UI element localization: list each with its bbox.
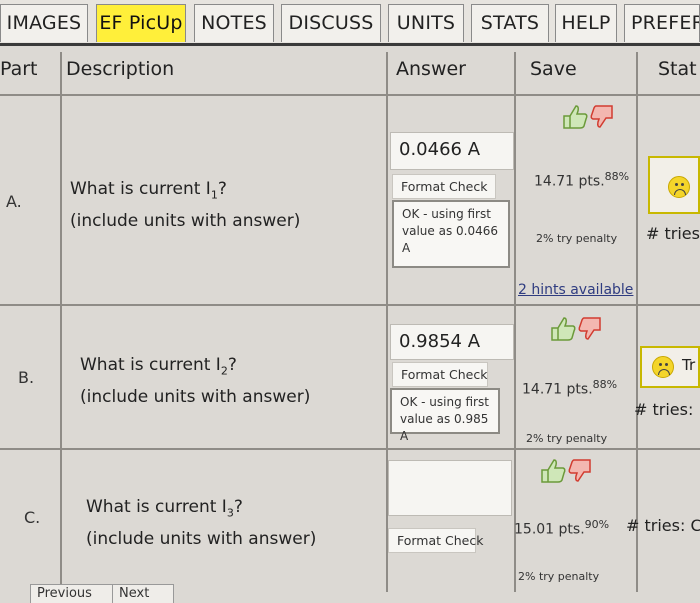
hints-link[interactable]: 2 hints available xyxy=(518,282,633,298)
column-divider xyxy=(60,52,62,592)
frown-icon xyxy=(668,176,690,198)
tab-notes[interactable]: NOTES xyxy=(194,4,274,42)
row-divider xyxy=(0,448,700,450)
next-button[interactable]: Next xyxy=(112,584,174,603)
points-value: 14.71 pts.88% xyxy=(534,170,630,190)
status-indicator: Tr xyxy=(640,346,700,388)
row-divider xyxy=(0,304,700,306)
question-text: What is current I1? (include units with … xyxy=(70,179,301,232)
part-label: A. xyxy=(6,192,22,211)
previous-button[interactable]: Previous xyxy=(30,584,114,603)
row-divider xyxy=(0,94,700,96)
answer-input[interactable]: 0.9854 A xyxy=(390,324,514,360)
part-label: B. xyxy=(18,368,35,387)
tries-count: # tries: C xyxy=(626,516,700,535)
column-divider xyxy=(636,52,638,592)
try-penalty: 2% try penalty xyxy=(518,570,600,583)
vote-thumbs-icon[interactable] xyxy=(560,102,616,130)
question-text: What is current I2? (include units with … xyxy=(80,355,311,408)
try-penalty: 2% try penalty xyxy=(526,432,608,445)
format-check-button[interactable]: Format Check xyxy=(392,362,488,387)
tab-stats[interactable]: STATS xyxy=(471,4,549,42)
tab-ef-picup[interactable]: EF PicUp xyxy=(96,4,186,42)
header-status: Stat xyxy=(658,58,697,80)
header-answer: Answer xyxy=(396,58,466,80)
frown-icon xyxy=(652,356,674,378)
column-divider xyxy=(514,52,516,592)
status-text: Tr xyxy=(682,356,696,374)
format-check-button[interactable]: Format Check xyxy=(392,174,496,199)
points-value: 15.01 pts.90% xyxy=(514,518,610,538)
tries-count: # tries xyxy=(646,224,700,243)
tab-preferences[interactable]: PREFER xyxy=(624,4,700,42)
format-check-button[interactable]: Format Check xyxy=(388,528,483,553)
status-indicator xyxy=(648,156,700,214)
tab-discuss[interactable]: DISCUSS xyxy=(281,4,381,42)
header-save: Save xyxy=(530,58,577,80)
header-description: Description xyxy=(66,58,175,80)
points-value: 14.71 pts.88% xyxy=(522,378,618,398)
answer-feedback: OK - using first value as 0.0466 A xyxy=(392,200,510,268)
answer-input[interactable]: 0.0466 A xyxy=(390,132,514,170)
part-label: C. xyxy=(24,508,41,527)
tab-bar: IMAGES EF PicUp NOTES DISCUSS UNITS STAT… xyxy=(0,0,700,46)
header-part: Part xyxy=(0,58,38,80)
tab-units[interactable]: UNITS xyxy=(388,4,464,42)
answer-input[interactable] xyxy=(388,460,512,516)
tries-count: # tries: xyxy=(634,400,694,419)
vote-thumbs-icon[interactable] xyxy=(548,314,604,342)
tab-images[interactable]: IMAGES xyxy=(0,4,88,42)
tab-help[interactable]: HELP xyxy=(555,4,617,42)
try-penalty: 2% try penalty xyxy=(536,232,618,245)
answer-feedback: OK - using first value as 0.985 A xyxy=(390,388,500,443)
vote-thumbs-icon[interactable] xyxy=(538,456,594,484)
question-text: What is current I3? (include units with … xyxy=(86,497,317,550)
